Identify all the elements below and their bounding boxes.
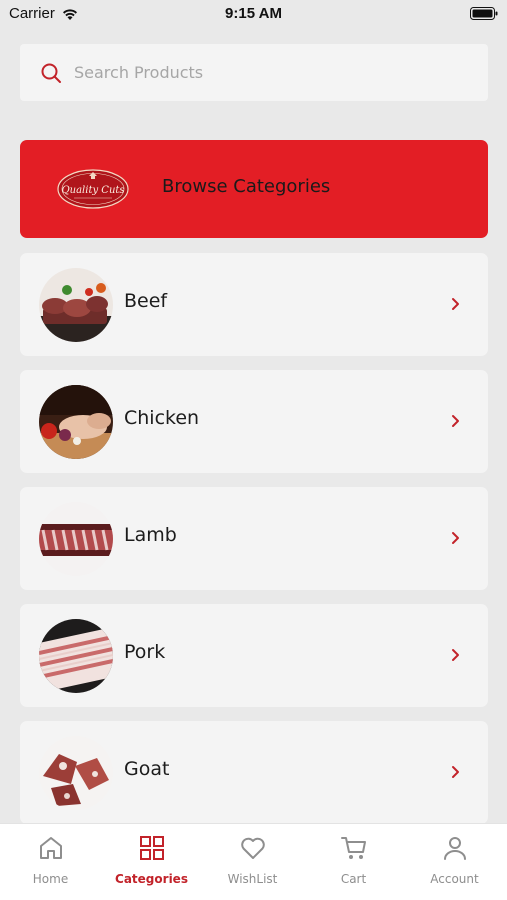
- tab-cart[interactable]: Cart: [303, 824, 404, 900]
- tab-label: Account: [430, 872, 479, 886]
- category-card-lamb[interactable]: Lamb: [20, 487, 488, 590]
- browse-categories-banner: Quality Cuts Browse Categories: [20, 140, 488, 238]
- category-card-chicken[interactable]: Chicken: [20, 370, 488, 473]
- category-label: Chicken: [124, 407, 200, 429]
- category-card-goat[interactable]: Goat: [20, 721, 488, 824]
- chevron-right-icon: [452, 298, 459, 310]
- heart-icon: [241, 837, 265, 859]
- brand-logo: Quality Cuts: [57, 169, 129, 209]
- grid-icon: [140, 836, 164, 860]
- chevron-right-icon: [452, 649, 459, 661]
- tab-label: Categories: [115, 872, 188, 886]
- user-icon: [444, 837, 466, 860]
- tab-home[interactable]: Home: [0, 824, 101, 900]
- status-time: 9:15 AM: [225, 5, 282, 22]
- battery-icon: [470, 7, 498, 20]
- goat-thumbnail: [39, 736, 113, 810]
- chevron-right-icon: [452, 415, 459, 427]
- chevron-right-icon: [452, 766, 459, 778]
- tab-account[interactable]: Account: [404, 824, 505, 900]
- tab-categories[interactable]: Categories: [101, 824, 202, 900]
- search-bar[interactable]: [20, 44, 488, 101]
- category-label: Beef: [124, 290, 168, 312]
- category-card-beef[interactable]: Beef: [20, 253, 488, 356]
- tab-label: WishList: [227, 872, 278, 886]
- search-input[interactable]: [74, 57, 454, 88]
- search-icon: [41, 63, 61, 83]
- tab-wishlist[interactable]: WishList: [202, 824, 303, 900]
- status-bar: Carrier 9:15 AM: [0, 0, 507, 30]
- tab-bar: Home Categories WishList Cart Account: [0, 823, 507, 900]
- category-label: Goat: [124, 758, 170, 780]
- category-label: Pork: [124, 641, 166, 663]
- beef-thumbnail: [39, 268, 113, 342]
- svg-text:Quality Cuts: Quality Cuts: [61, 185, 124, 196]
- pork-thumbnail: [39, 619, 113, 693]
- home-icon: [40, 837, 62, 859]
- lamb-thumbnail: [39, 502, 113, 576]
- tab-label: Cart: [340, 872, 367, 886]
- category-label: Lamb: [124, 524, 177, 546]
- chicken-thumbnail: [39, 385, 113, 459]
- tab-label: Home: [32, 872, 69, 886]
- cart-icon: [341, 837, 366, 859]
- category-card-pork[interactable]: Pork: [20, 604, 488, 707]
- banner-title: Browse Categories: [162, 176, 331, 197]
- chevron-right-icon: [452, 532, 459, 544]
